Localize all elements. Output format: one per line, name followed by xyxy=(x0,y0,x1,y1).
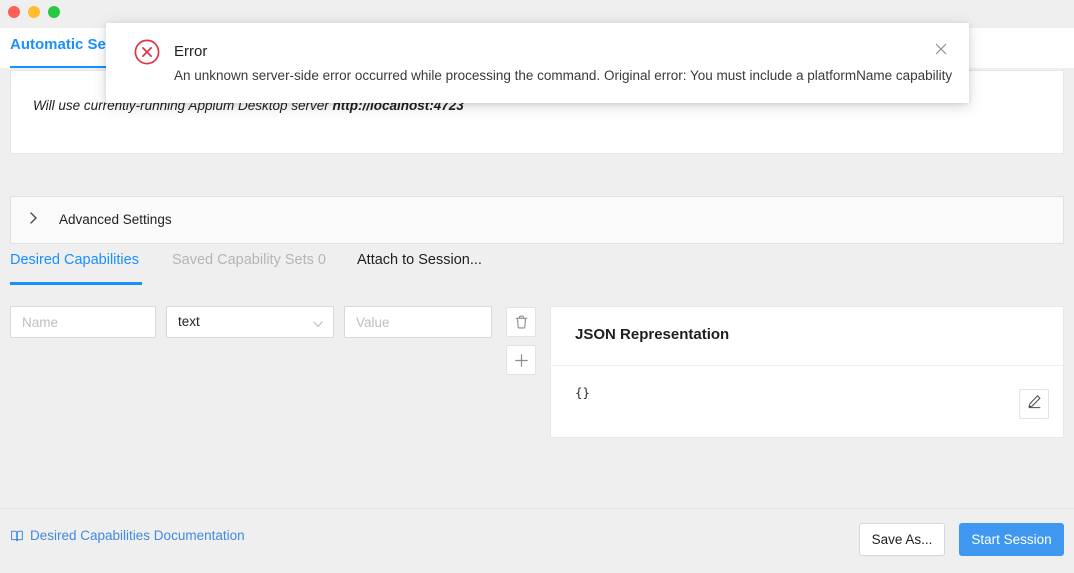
capability-editor: text xyxy=(0,300,540,500)
minimize-window-button[interactable] xyxy=(28,6,40,18)
json-representation-panel: JSON Representation {} xyxy=(550,306,1064,438)
tab-saved-capability-sets[interactable]: Saved Capability Sets 0 xyxy=(172,252,326,268)
edit-json-button[interactable] xyxy=(1019,389,1049,419)
pencil-icon xyxy=(1027,394,1042,414)
capability-type-value: text xyxy=(178,314,200,329)
capabilities-tab-bar: Desired Capabilities Saved Capability Se… xyxy=(0,252,1074,288)
close-icon[interactable] xyxy=(933,41,949,57)
json-panel-title: JSON Representation xyxy=(575,326,730,343)
save-as-button[interactable]: Save As... xyxy=(859,523,945,556)
plus-icon xyxy=(514,353,529,368)
capability-type-select[interactable]: text xyxy=(166,306,334,338)
tab-attach-to-session[interactable]: Attach to Session... xyxy=(357,252,482,268)
desired-capabilities-documentation-link[interactable]: Desired Capabilities Documentation xyxy=(10,528,245,543)
json-content: {} xyxy=(575,385,591,400)
trash-icon xyxy=(514,314,529,330)
advanced-settings-toggle[interactable]: Advanced Settings xyxy=(10,196,1064,244)
tab-desired-capabilities[interactable]: Desired Capabilities xyxy=(10,252,139,268)
capability-name-input[interactable] xyxy=(10,306,156,338)
chevron-down-icon xyxy=(312,317,324,329)
advanced-settings-label: Advanced Settings xyxy=(59,212,172,227)
add-capability-button[interactable] xyxy=(506,345,536,375)
appium-new-session-window: Automatic Ser Will use currently-running… xyxy=(0,0,1074,573)
maximize-window-button[interactable] xyxy=(48,6,60,18)
error-dialog-title: Error xyxy=(174,43,208,60)
error-circle-icon xyxy=(133,38,161,66)
error-dialog-message: An unknown server-side error occurred wh… xyxy=(174,68,953,83)
start-session-button[interactable]: Start Session xyxy=(959,523,1064,556)
json-panel-divider xyxy=(551,365,1063,366)
capability-value-input[interactable] xyxy=(344,306,492,338)
book-icon xyxy=(10,529,24,543)
error-dialog: Error An unknown server-side error occur… xyxy=(106,23,969,103)
capabilities-tab-active-indicator xyxy=(10,282,142,285)
doc-link-label: Desired Capabilities Documentation xyxy=(30,528,245,543)
close-window-button[interactable] xyxy=(8,6,20,18)
tab-automatic-server[interactable]: Automatic Ser xyxy=(10,36,112,53)
traffic-light-group xyxy=(8,6,60,18)
chevron-right-icon xyxy=(29,211,43,229)
footer-bar: Desired Capabilities Documentation Save … xyxy=(0,509,1074,573)
delete-capability-button[interactable] xyxy=(506,307,536,337)
